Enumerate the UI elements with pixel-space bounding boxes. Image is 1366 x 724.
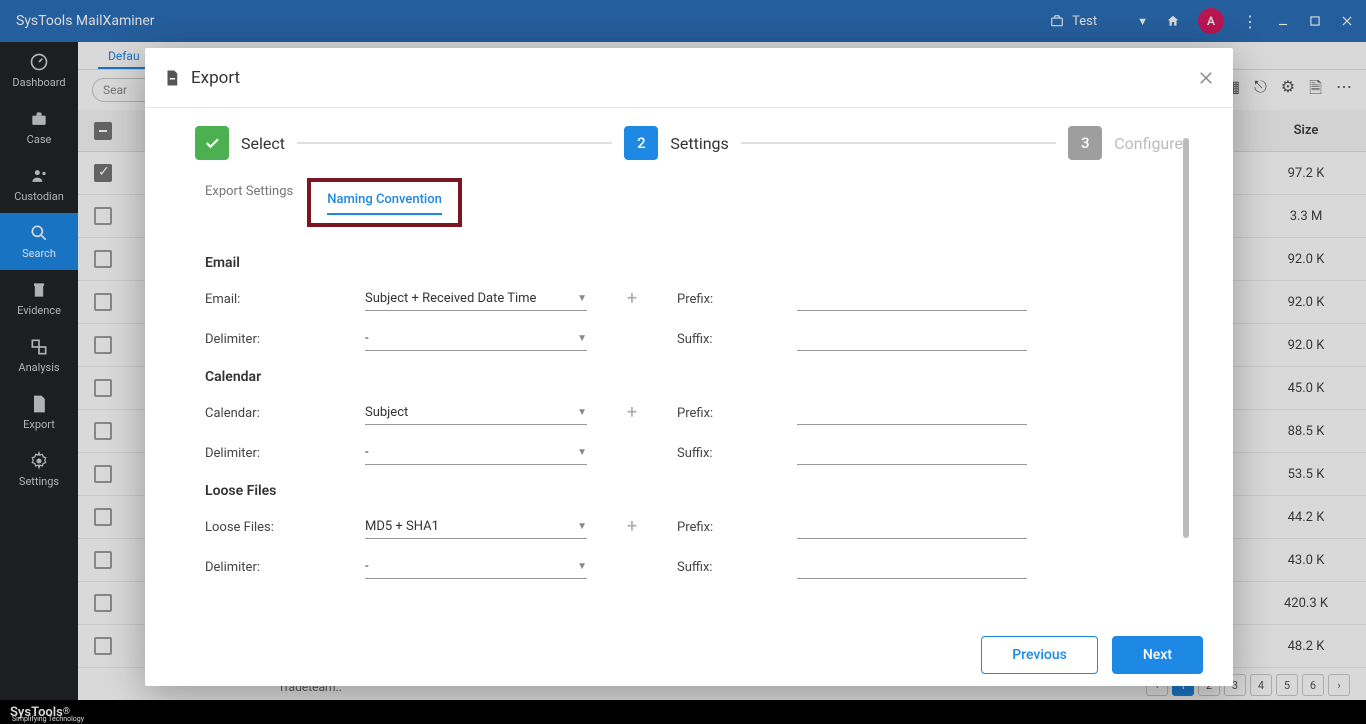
calendar-delimiter-label: Delimiter:: [205, 446, 365, 465]
dialog-close-button[interactable]: [1197, 69, 1215, 87]
email-suffix-input[interactable]: [797, 331, 1027, 351]
email-suffix-label: Suffix:: [677, 332, 797, 351]
dialog-scrollbar[interactable]: [1183, 138, 1189, 538]
stepper: Select 2 Settings 3 Configure: [145, 108, 1233, 178]
calendar-prefix-input[interactable]: [797, 405, 1027, 425]
modal-overlay: Export Select 2 Settings 3 Configure Exp…: [0, 0, 1366, 724]
chevron-down-icon: ▼: [577, 447, 587, 458]
step-2-badge: 2: [624, 126, 658, 160]
step-3-badge: 3: [1068, 126, 1102, 160]
email-prefix-label: Prefix:: [677, 292, 797, 311]
highlight-annotation: Naming Convention: [307, 178, 462, 227]
dialog-body: Email Email: Subject + Received Date Tim…: [145, 227, 1233, 624]
next-button[interactable]: Next: [1112, 636, 1203, 674]
loose-suffix-label: Suffix:: [677, 560, 797, 579]
loose-delimiter-select[interactable]: -▼: [365, 555, 587, 579]
calendar-prefix-label: Prefix:: [677, 406, 797, 425]
section-loose-heading: Loose Files: [205, 483, 1173, 499]
email-delimiter-select[interactable]: -▼: [365, 327, 587, 351]
section-calendar-heading: Calendar: [205, 369, 1173, 385]
email-main-label: Email:: [205, 292, 365, 311]
calendar-suffix-input[interactable]: [797, 445, 1027, 465]
calendar-delimiter-select[interactable]: -▼: [365, 441, 587, 465]
loose-delimiter-label: Delimiter:: [205, 560, 365, 579]
chevron-down-icon: ▼: [577, 333, 587, 344]
email-delimiter-label: Delimiter:: [205, 332, 365, 351]
step-2-label: Settings: [670, 134, 728, 153]
file-icon: [163, 69, 181, 87]
dialog-title: Export: [191, 68, 240, 88]
step-1-badge: [195, 126, 229, 160]
export-dialog: Export Select 2 Settings 3 Configure Exp…: [145, 48, 1233, 686]
loose-main-label: Loose Files:: [205, 520, 365, 539]
calendar-main-label: Calendar:: [205, 406, 365, 425]
loose-prefix-input[interactable]: [797, 519, 1027, 539]
tab-export-settings[interactable]: Export Settings: [205, 178, 293, 227]
loose-prefix-label: Prefix:: [677, 520, 797, 539]
previous-button[interactable]: Previous: [981, 636, 1098, 674]
email-main-select[interactable]: Subject + Received Date Time▼: [365, 287, 587, 311]
section-email-heading: Email: [205, 255, 1173, 271]
calendar-suffix-label: Suffix:: [677, 446, 797, 465]
email-prefix-input[interactable]: [797, 291, 1027, 311]
loose-add-button[interactable]: +: [587, 516, 677, 539]
chevron-down-icon: ▼: [577, 293, 587, 304]
email-add-button[interactable]: +: [587, 288, 677, 311]
loose-main-select[interactable]: MD5 + SHA1▼: [365, 515, 587, 539]
tab-naming-convention[interactable]: Naming Convention: [327, 186, 442, 215]
chevron-down-icon: ▼: [577, 407, 587, 418]
calendar-main-select[interactable]: Subject▼: [365, 401, 587, 425]
chevron-down-icon: ▼: [577, 561, 587, 572]
chevron-down-icon: ▼: [577, 521, 587, 532]
loose-suffix-input[interactable]: [797, 559, 1027, 579]
calendar-add-button[interactable]: +: [587, 402, 677, 425]
step-3-label: Configure: [1114, 134, 1183, 153]
step-1-label: Select: [241, 134, 285, 153]
